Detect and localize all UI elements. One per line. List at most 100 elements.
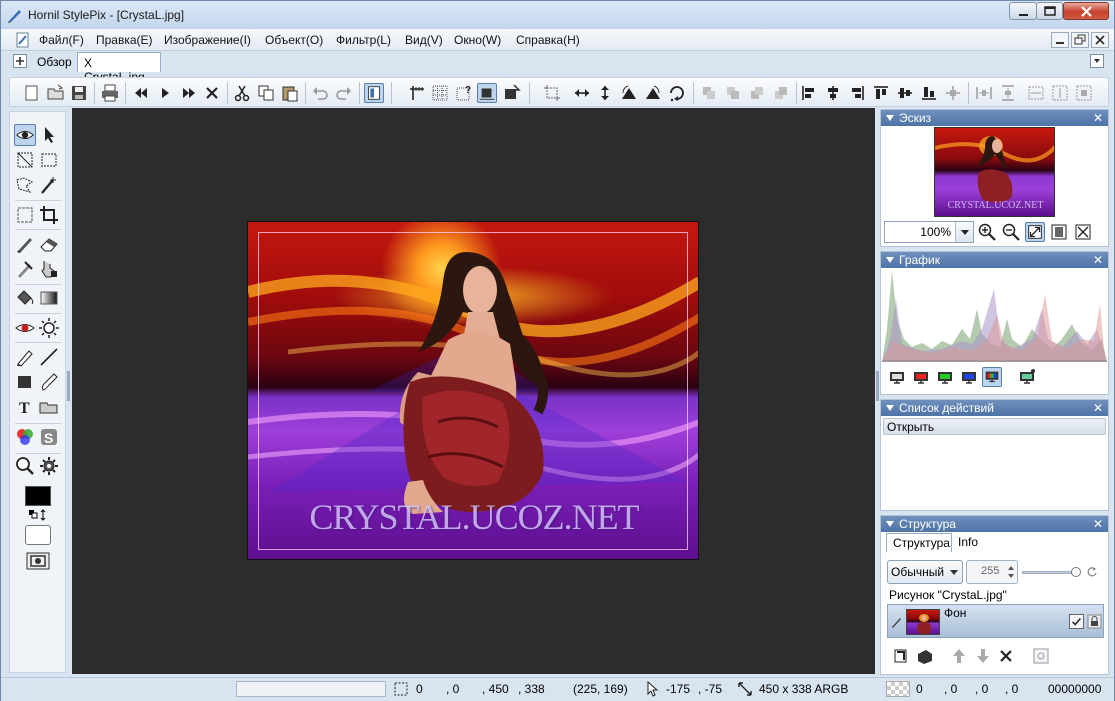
- structure-panel-header[interactable]: Структура ✕: [881, 516, 1108, 532]
- crop-icon[interactable]: [38, 204, 60, 226]
- snap-canvas-icon[interactable]: [477, 83, 497, 103]
- layer-edit-brush-icon[interactable]: [891, 616, 903, 628]
- flip-horizontal-icon[interactable]: [572, 83, 592, 103]
- flip-vertical-icon[interactable]: [595, 83, 615, 103]
- panel-close-icon[interactable]: ✕: [1093, 253, 1103, 267]
- align-center-icon[interactable]: [943, 83, 963, 103]
- collapse-arrow-icon[interactable]: [886, 257, 894, 263]
- rotate-right-icon[interactable]: [643, 83, 663, 103]
- histogram-green-icon[interactable]: [935, 368, 955, 388]
- foreground-color-swatch[interactable]: [25, 486, 51, 506]
- line-icon[interactable]: [38, 346, 60, 368]
- open-folder-icon[interactable]: [46, 83, 66, 103]
- magic-wand-icon[interactable]: [38, 174, 60, 196]
- delete-layer-icon[interactable]: [996, 646, 1016, 666]
- arrange-back-icon[interactable]: [771, 83, 791, 103]
- fit-width-icon[interactable]: [1026, 83, 1046, 103]
- align-center-h-icon[interactable]: [823, 83, 843, 103]
- distribute-h-icon[interactable]: [974, 83, 994, 103]
- style-s-icon[interactable]: S: [38, 426, 60, 448]
- new-layer-icon[interactable]: [891, 646, 911, 666]
- full-screen-icon[interactable]: [1073, 222, 1093, 242]
- menu-filter[interactable]: Фильтр(L): [336, 33, 391, 47]
- tab-overview[interactable]: Обзор: [31, 52, 77, 72]
- pen-path-icon[interactable]: [38, 371, 60, 393]
- tab-structure[interactable]: Структура: [886, 533, 952, 552]
- tab-info[interactable]: Info: [952, 533, 992, 552]
- histogram-rgb-icon[interactable]: [887, 368, 907, 388]
- maximize-button[interactable]: [1036, 2, 1063, 20]
- histogram-settings-icon[interactable]: [1017, 368, 1037, 388]
- zoom-magnifier-icon[interactable]: [14, 455, 36, 477]
- menu-image[interactable]: Изображение(I): [164, 33, 251, 47]
- menu-file[interactable]: Файл(F): [39, 33, 84, 47]
- spin-arrows-icon[interactable]: [1007, 563, 1015, 581]
- text-tool-icon[interactable]: T: [14, 396, 36, 418]
- collapse-arrow-icon[interactable]: [886, 521, 894, 527]
- red-eye-icon[interactable]: [14, 317, 36, 339]
- fit-height-icon[interactable]: [1050, 83, 1070, 103]
- histogram-blue-icon[interactable]: [959, 368, 979, 388]
- layer-row[interactable]: Фон: [887, 604, 1104, 638]
- right-splitter-handle[interactable]: [876, 371, 879, 401]
- align-right-icon[interactable]: [847, 83, 867, 103]
- undo-icon[interactable]: [310, 83, 330, 103]
- arrange-forward-icon[interactable]: [723, 83, 743, 103]
- brightness-icon[interactable]: [38, 317, 60, 339]
- collapse-arrow-icon[interactable]: [886, 115, 894, 121]
- arrange-backward-icon[interactable]: [747, 83, 767, 103]
- fit-canvas-icon[interactable]: [1074, 83, 1094, 103]
- canvas-area[interactable]: CRYSTAL.UCOZ.NET: [72, 108, 875, 674]
- quick-mask-icon[interactable]: [26, 552, 50, 570]
- histogram-panel-header[interactable]: График ✕: [881, 252, 1108, 268]
- minimize-button[interactable]: [1009, 2, 1037, 20]
- panel-close-icon[interactable]: ✕: [1093, 401, 1103, 415]
- mdi-restore-button[interactable]: [1071, 32, 1089, 48]
- brush-icon[interactable]: [14, 233, 36, 255]
- reset-opacity-icon[interactable]: [1086, 566, 1098, 578]
- histogram-red-icon[interactable]: [911, 368, 931, 388]
- tab-close-icon[interactable]: X: [84, 56, 92, 70]
- guide-help-icon[interactable]: ?: [454, 83, 474, 103]
- opacity-spinbox[interactable]: 255: [966, 560, 1018, 584]
- cut-icon[interactable]: [232, 83, 252, 103]
- menu-view[interactable]: Вид(V): [405, 33, 443, 47]
- resize-canvas-icon[interactable]: [14, 204, 36, 226]
- preview-panel-header[interactable]: Эскиз ✕: [881, 110, 1108, 126]
- action-item-open[interactable]: Открыть: [883, 418, 1106, 435]
- zoom-combobox[interactable]: 100%: [884, 221, 974, 243]
- collapse-arrow-icon[interactable]: [886, 405, 894, 411]
- pencil-icon[interactable]: [14, 346, 36, 368]
- eraser-icon[interactable]: [38, 233, 60, 255]
- background-color-swatch[interactable]: [25, 525, 51, 545]
- panel-close-icon[interactable]: ✕: [1093, 517, 1103, 531]
- save-icon[interactable]: [69, 83, 89, 103]
- shape-icon[interactable]: [14, 371, 36, 393]
- opacity-slider-handle[interactable]: [1071, 567, 1081, 577]
- panel-close-icon[interactable]: ✕: [1093, 111, 1103, 125]
- duplicate-layer-icon[interactable]: [915, 646, 935, 666]
- crop-canvas-icon[interactable]: [542, 83, 562, 103]
- layer-down-icon[interactable]: [973, 646, 993, 666]
- arrange-front-icon[interactable]: [699, 83, 719, 103]
- opacity-slider-track[interactable]: [1022, 571, 1078, 574]
- histogram-all-icon[interactable]: [982, 367, 1002, 387]
- zoom-dropdown-button[interactable]: [955, 222, 973, 242]
- menu-edit[interactable]: Правка(E): [96, 33, 153, 47]
- lasso-select-icon[interactable]: [14, 174, 36, 196]
- document-system-icon[interactable]: [15, 32, 31, 48]
- new-tab-button[interactable]: [13, 54, 27, 68]
- color-palette-icon[interactable]: [14, 426, 36, 448]
- image-canvas[interactable]: CRYSTAL.UCOZ.NET: [247, 221, 699, 560]
- settings-gear-icon[interactable]: [38, 455, 60, 477]
- last-frame-icon[interactable]: [179, 83, 199, 103]
- zoom-in-icon[interactable]: [977, 222, 997, 242]
- preview-thumbnail[interactable]: CRYSTAL.UCOZ.NET: [934, 127, 1055, 217]
- paste-icon[interactable]: [280, 83, 300, 103]
- swap-colors-icon[interactable]: [28, 509, 50, 521]
- play-icon[interactable]: [155, 83, 175, 103]
- smudge-icon[interactable]: [38, 258, 60, 280]
- snap-object-icon[interactable]: [502, 83, 522, 103]
- print-icon[interactable]: [100, 83, 120, 103]
- fit-window-icon[interactable]: [1025, 222, 1045, 242]
